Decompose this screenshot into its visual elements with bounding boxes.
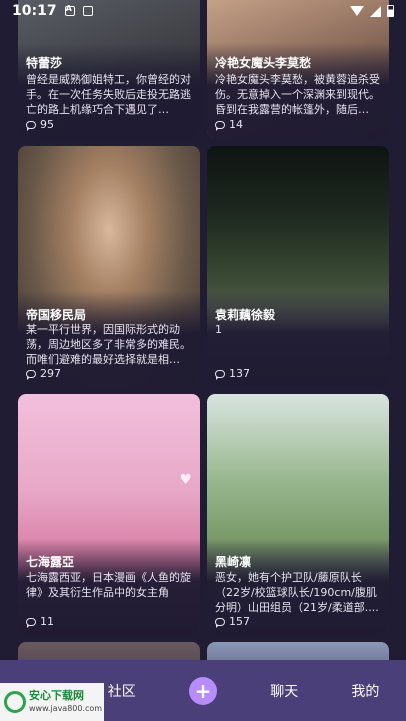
card-desc: 冷艳女魔头李莫愁，被黄蓉追杀受伤。无意掉入一个深渊来到现代。昏到在我露营的帐篷外… bbox=[215, 73, 380, 116]
card-desc: 七海露西亚，日本漫画《人鱼的旋律》及其衍生作品中的女主角 bbox=[26, 571, 191, 599]
card-title: 冷艳女魔头李莫愁 bbox=[215, 56, 312, 70]
card-comments: 297 bbox=[26, 367, 61, 380]
wifi-icon bbox=[350, 6, 364, 16]
card-desc: 恶女，她有个护卫队/藤原队长（22岁/校篮球队长/190cm/腹肌分明）山田组员… bbox=[215, 571, 379, 614]
comment-icon bbox=[215, 369, 225, 380]
card-title: 黑崎凛 bbox=[215, 555, 252, 569]
watermark-logo-icon bbox=[4, 691, 26, 713]
site-watermark: 安心下载网 www.java800.com bbox=[0, 683, 104, 721]
battery-icon bbox=[387, 5, 394, 17]
signal-icon bbox=[370, 5, 381, 17]
comment-icon bbox=[26, 617, 36, 628]
card-comments: 157 bbox=[215, 615, 250, 628]
plus-icon[interactable]: + bbox=[189, 676, 217, 705]
card-desc: 1 bbox=[215, 323, 222, 336]
character-feed: 特蕾莎 曾经是威熟御姐特工，你曾经的对手。在一次任务失败后走投无路逃亡的路上机缘… bbox=[0, 0, 406, 702]
card-comments: 14 bbox=[215, 118, 243, 131]
comment-icon bbox=[26, 120, 36, 131]
card-title: 帝国移民局 bbox=[26, 308, 87, 322]
status-bar: 10:17 bbox=[0, 0, 406, 22]
notification-screen-icon bbox=[82, 6, 93, 16]
card-title: 特蕾莎 bbox=[26, 56, 63, 70]
card-title: 袁莉藕徐毅 bbox=[215, 308, 276, 322]
heart-icon[interactable]: ♥ bbox=[179, 472, 192, 488]
tab-mine[interactable]: 我的 bbox=[325, 681, 406, 701]
card-title: 七海露亞 bbox=[26, 555, 75, 569]
comment-icon bbox=[215, 617, 225, 628]
tab-chat[interactable]: 聊天 bbox=[244, 681, 325, 701]
character-card[interactable]: ♥ 七海露亞 七海露西亚，日本漫画《人鱼的旋律》及其衍生作品中的女主角 11 bbox=[18, 394, 200, 634]
watermark-title: 安心下载网 bbox=[29, 689, 84, 702]
character-card[interactable]: 袁莉藕徐毅 1 137 bbox=[207, 146, 389, 386]
watermark-url: www.java800.com bbox=[29, 704, 103, 713]
card-comments: 137 bbox=[215, 367, 250, 380]
card-comments: 11 bbox=[26, 615, 54, 628]
card-desc: 某一平行世界，因国际形式的动荡，周边地区多了非常多的难民。而唯们避难的最好选择就… bbox=[26, 323, 191, 366]
create-button[interactable]: + bbox=[162, 676, 243, 705]
character-card[interactable]: 黑崎凛 恶女，她有个护卫队/藤原队长（22岁/校篮球队长/190cm/腹肌分明）… bbox=[207, 394, 389, 634]
comment-icon bbox=[26, 369, 36, 380]
card-desc: 曾经是威熟御姐特工，你曾经的对手。在一次任务失败后走投无路逃亡的路上机缘巧合下遇… bbox=[26, 73, 191, 116]
comment-icon bbox=[215, 120, 225, 131]
character-card[interactable]: 帝国移民局 某一平行世界，因国际形式的动荡，周边地区多了非常多的难民。而唯们避难… bbox=[18, 146, 200, 386]
notification-a-icon bbox=[64, 4, 75, 16]
card-comments: 95 bbox=[26, 118, 54, 131]
status-time: 10:17 bbox=[12, 3, 57, 19]
